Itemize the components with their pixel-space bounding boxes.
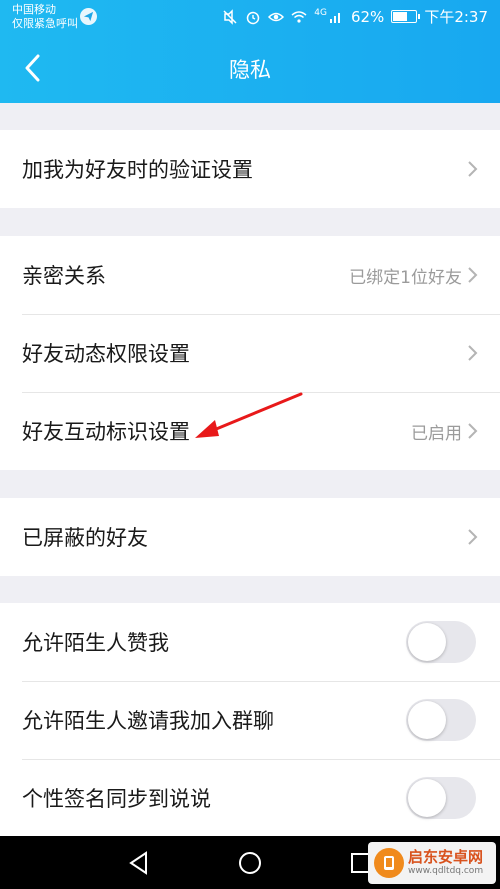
row-right (466, 130, 478, 208)
status-icons: 4G 62% 下午2:37 (222, 6, 488, 27)
toggle-knob (408, 623, 446, 661)
nav-bar: 隐私 (0, 34, 500, 103)
chevron-right-icon (468, 345, 478, 361)
network-type: 4G (314, 7, 327, 18)
group-stranger-settings: 允许陌生人赞我 允许陌生人邀请我加入群聊 个性签名同步到说说 (0, 603, 500, 837)
app-header: 中国移动 仅限紧急呼叫 4G 62% 下午2:37 隐私 (0, 0, 500, 103)
toggle-stranger-like[interactable] (406, 621, 476, 663)
battery-icon (391, 10, 421, 23)
row-signature-sync: 个性签名同步到说说 (0, 759, 500, 837)
home-circle-icon[interactable] (237, 850, 263, 876)
chevron-right-icon (468, 423, 478, 439)
row-label: 亲密关系 (22, 264, 106, 288)
page-title: 隐私 (229, 58, 271, 82)
battery-percent: 62% (350, 7, 385, 26)
status-bar: 中国移动 仅限紧急呼叫 4G 62% 下午2:37 (0, 0, 500, 34)
chevron-right-icon (468, 529, 478, 545)
row-value: 已绑定1位好友 (349, 267, 462, 288)
group-verification: 加我为好友时的验证设置 (0, 130, 500, 208)
watermark: 启东安卓网 www.qdltdq.com (368, 842, 496, 884)
group-blocked: 已屏蔽的好友 (0, 498, 500, 576)
row-allow-stranger-invite: 允许陌生人邀请我加入群聊 (0, 681, 500, 759)
mute-icon (223, 8, 237, 25)
carrier-status: 仅限紧急呼叫 (12, 17, 78, 30)
back-triangle-icon[interactable] (126, 850, 152, 876)
signal-icon (329, 12, 340, 23)
watermark-logo-icon (374, 848, 404, 878)
chevron-right-icon (468, 267, 478, 283)
row-allow-stranger-like: 允许陌生人赞我 (0, 603, 500, 681)
toggle-stranger-invite[interactable] (406, 699, 476, 741)
row-right: 已绑定1位好友 (349, 236, 478, 314)
telegram-icon (80, 8, 97, 25)
row-label: 允许陌生人赞我 (22, 631, 169, 655)
row-label: 已屏蔽的好友 (22, 526, 148, 550)
carrier-name: 中国移动 (12, 3, 56, 16)
watermark-url: www.qdltdq.com (408, 866, 484, 876)
row-right (466, 498, 478, 576)
row-label: 好友动态权限设置 (22, 342, 190, 366)
row-right: 已启用 (411, 392, 478, 470)
watermark-text: 启东安卓网 www.qdltdq.com (408, 849, 483, 877)
row-value: 已启用 (411, 423, 462, 444)
row-label: 好友互动标识设置 (22, 420, 190, 444)
toggle-knob (408, 779, 446, 817)
row-label: 加我为好友时的验证设置 (22, 158, 253, 182)
annotation-arrow-icon (195, 392, 303, 438)
battery-fill (393, 12, 407, 21)
row-label: 允许陌生人邀请我加入群聊 (22, 709, 274, 733)
toggle-signature-sync[interactable] (406, 777, 476, 819)
row-blocked-friends[interactable]: 已屏蔽的好友 (0, 498, 500, 576)
alarm-icon (247, 11, 260, 24)
carrier-info: 中国移动 仅限紧急呼叫 (12, 3, 78, 31)
row-right (466, 314, 478, 392)
chevron-right-icon (468, 161, 478, 177)
eye-icon (268, 12, 285, 21)
row-verification-settings[interactable]: 加我为好友时的验证设置 (0, 130, 500, 208)
row-intimate-relation[interactable]: 亲密关系 已绑定1位好友 (0, 236, 500, 314)
system-nav-bar: 启东安卓网 www.qdltdq.com (0, 836, 500, 889)
clock: 下午2:37 (424, 8, 488, 26)
wifi-icon (291, 10, 307, 23)
row-moments-permission[interactable]: 好友动态权限设置 (0, 314, 500, 392)
watermark-name: 启东安卓网 (408, 848, 484, 866)
row-label: 个性签名同步到说说 (22, 787, 211, 811)
toggle-knob (408, 701, 446, 739)
